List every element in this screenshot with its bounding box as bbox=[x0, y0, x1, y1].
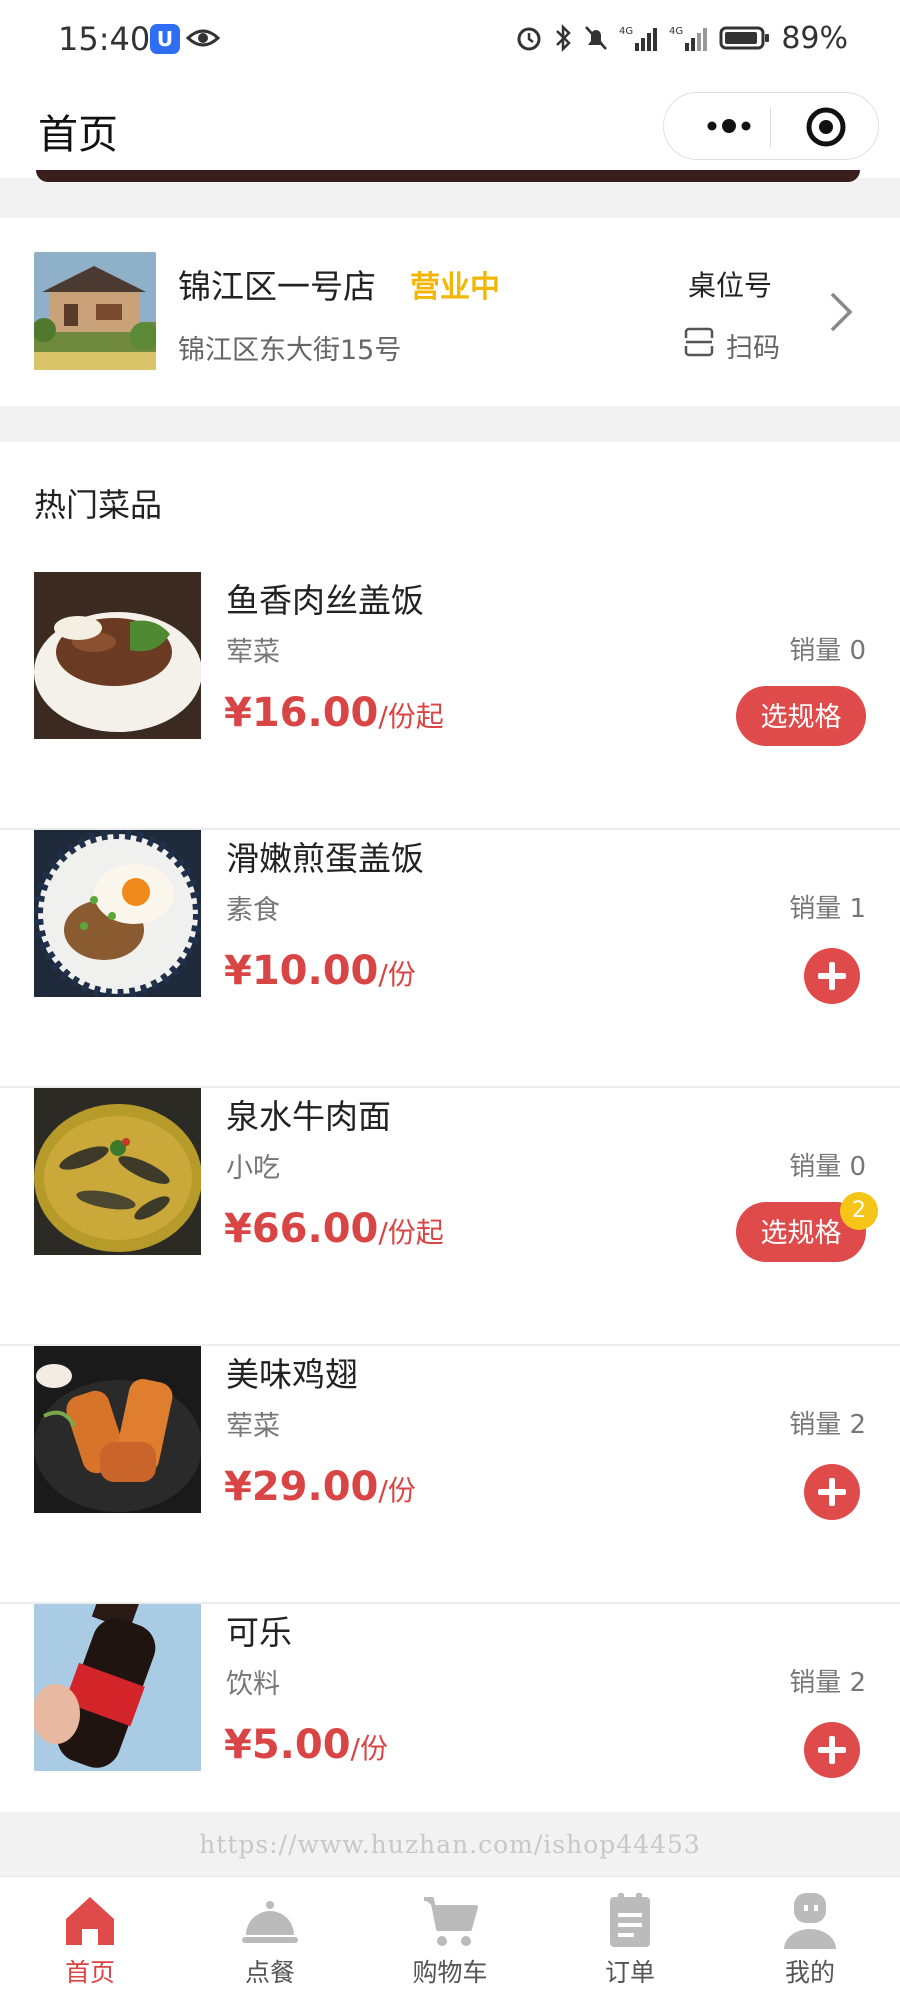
dish-item[interactable]: 可乐 饮料 销量 2 ¥5.00/份 bbox=[0, 1604, 900, 1862]
store-name: 锦江区一号店 bbox=[178, 267, 376, 306]
dish-price-amount: ¥66.00 bbox=[224, 1206, 379, 1252]
dish-price: ¥10.00/份 bbox=[224, 948, 416, 994]
dish-price-amount: ¥10.00 bbox=[224, 948, 379, 994]
dish-price-unit: /份 bbox=[378, 1474, 416, 1507]
dish-name: 滑嫩煎蛋盖饭 bbox=[226, 839, 424, 878]
dish-name: 鱼香肉丝盖饭 bbox=[226, 581, 424, 620]
scan-label[interactable]: 扫码 bbox=[726, 326, 780, 365]
dish-price-unit: /份 bbox=[378, 958, 416, 991]
dish-sales: 销量 2 bbox=[789, 1668, 866, 1698]
tab-orders[interactable]: 订单 bbox=[540, 1877, 720, 2001]
watermark-text: https://www.huzhan.com/ishop44453 bbox=[199, 1830, 701, 1859]
dish-sales: 销量 1 bbox=[789, 894, 866, 924]
tab-home[interactable]: 首页 bbox=[0, 1877, 180, 2001]
tab-order-food[interactable]: 点餐 bbox=[180, 1877, 360, 2001]
store-status-badge: 营业中 bbox=[410, 270, 500, 305]
dish-name: 美味鸡翅 bbox=[226, 1355, 358, 1394]
dish-name: 可乐 bbox=[226, 1613, 292, 1652]
dish-category: 荤菜 bbox=[226, 637, 280, 668]
scan-icon[interactable] bbox=[683, 326, 715, 358]
add-to-cart-button[interactable] bbox=[804, 948, 860, 1004]
dish-price-amount: ¥29.00 bbox=[224, 1464, 379, 1510]
dish-name: 泉水牛肉面 bbox=[226, 1097, 391, 1136]
svg-text:4G: 4G bbox=[619, 26, 633, 37]
dish-price-unit: /份起 bbox=[378, 700, 444, 733]
hot-dishes-section: 热门菜品 鱼香肉丝盖饭 荤菜 销量 0 ¥16.00/份起 选规格 滑嫩煎蛋盖饭… bbox=[0, 442, 900, 1812]
dish-image bbox=[34, 1346, 201, 1513]
tab-profile[interactable]: 我的 bbox=[720, 1877, 900, 2001]
dish-image bbox=[34, 830, 201, 997]
banner-bottom-edge bbox=[36, 170, 860, 182]
tab-label: 购物车 bbox=[412, 1958, 488, 1987]
cart-icon bbox=[424, 1897, 478, 1946]
battery-percent: 89% bbox=[781, 20, 848, 56]
section-title: 热门菜品 bbox=[34, 486, 163, 524]
shield-app-icon: U bbox=[150, 24, 180, 54]
profile-icon bbox=[784, 1893, 836, 1949]
bluetooth-icon bbox=[556, 23, 572, 53]
tab-label: 我的 bbox=[784, 1958, 835, 1987]
store-address: 锦江区东大街15号 bbox=[178, 335, 402, 366]
eye-icon bbox=[186, 29, 220, 47]
store-photo bbox=[34, 252, 156, 370]
dish-sales: 销量 0 bbox=[789, 1152, 866, 1182]
dish-price-unit: /份起 bbox=[378, 1216, 444, 1249]
dish-image bbox=[34, 1088, 201, 1255]
dish-price: ¥5.00/份 bbox=[224, 1722, 388, 1768]
dish-sales: 销量 2 bbox=[789, 1410, 866, 1440]
dish-cover-icon bbox=[242, 1901, 298, 1943]
add-to-cart-button[interactable] bbox=[804, 1464, 860, 1520]
mute-bell-icon bbox=[585, 26, 608, 50]
capsule-divider bbox=[770, 107, 771, 147]
alarm-icon bbox=[517, 27, 541, 51]
svg-text:4G: 4G bbox=[669, 26, 683, 37]
more-icon[interactable] bbox=[694, 103, 764, 149]
signal-4g-icon: 4G bbox=[619, 26, 658, 51]
dish-category: 饮料 bbox=[226, 1669, 280, 1700]
order-icon bbox=[610, 1893, 650, 1947]
status-bar: 15:40 U 4G 4G 89% bbox=[0, 0, 900, 78]
dish-price-amount: ¥16.00 bbox=[224, 690, 379, 736]
status-indicators: 4G 4G 89% bbox=[515, 18, 848, 58]
dish-price-unit: /份 bbox=[350, 1732, 388, 1765]
dish-sales: 销量 0 bbox=[789, 636, 866, 666]
signal-4g-icon-2: 4G bbox=[669, 26, 708, 51]
dish-image bbox=[34, 572, 201, 739]
mini-program-capsule bbox=[663, 92, 879, 160]
bottom-tab-bar: 首页 点餐 购物车 订单 我的 bbox=[0, 1876, 900, 2001]
nav-bar: 首页 bbox=[0, 78, 900, 178]
dish-price: ¥16.00/份起 bbox=[224, 690, 444, 736]
dish-price: ¥29.00/份 bbox=[224, 1464, 416, 1510]
table-number-label: 桌位号 bbox=[688, 269, 773, 302]
dish-category: 素食 bbox=[226, 895, 280, 926]
dish-image bbox=[34, 1604, 201, 1771]
dish-category: 荤菜 bbox=[226, 1411, 280, 1442]
dish-price: ¥66.00/份起 bbox=[224, 1206, 444, 1252]
chevron-right-icon[interactable] bbox=[828, 290, 854, 334]
cart-count-badge: 2 bbox=[840, 1192, 878, 1230]
tab-label: 点餐 bbox=[244, 1958, 295, 1987]
battery-icon bbox=[719, 26, 770, 50]
dish-item[interactable]: 泉水牛肉面 小吃 销量 0 ¥66.00/份起 选规格 2 bbox=[0, 1088, 900, 1346]
tab-label: 首页 bbox=[64, 1958, 115, 1987]
dish-category: 小吃 bbox=[226, 1153, 280, 1184]
dish-item[interactable]: 美味鸡翅 荤菜 销量 2 ¥29.00/份 bbox=[0, 1346, 900, 1604]
page-title: 首页 bbox=[38, 112, 118, 158]
tab-label: 订单 bbox=[604, 1958, 655, 1987]
tab-cart[interactable]: 购物车 bbox=[360, 1877, 540, 2001]
dish-item[interactable]: 滑嫩煎蛋盖饭 素食 销量 1 ¥10.00/份 bbox=[0, 830, 900, 1088]
select-spec-button[interactable]: 选规格 bbox=[736, 686, 866, 746]
dish-item[interactable]: 鱼香肉丝盖饭 荤菜 销量 0 ¥16.00/份起 选规格 bbox=[0, 572, 900, 830]
close-mini-program-icon[interactable] bbox=[804, 105, 848, 149]
store-card[interactable]: 锦江区一号店 营业中 锦江区东大街15号 桌位号 扫码 bbox=[0, 218, 900, 406]
home-icon bbox=[66, 1897, 114, 1945]
dish-price-amount: ¥5.00 bbox=[224, 1722, 351, 1768]
add-to-cart-button[interactable] bbox=[804, 1722, 860, 1778]
status-time: 15:40 bbox=[58, 20, 151, 58]
